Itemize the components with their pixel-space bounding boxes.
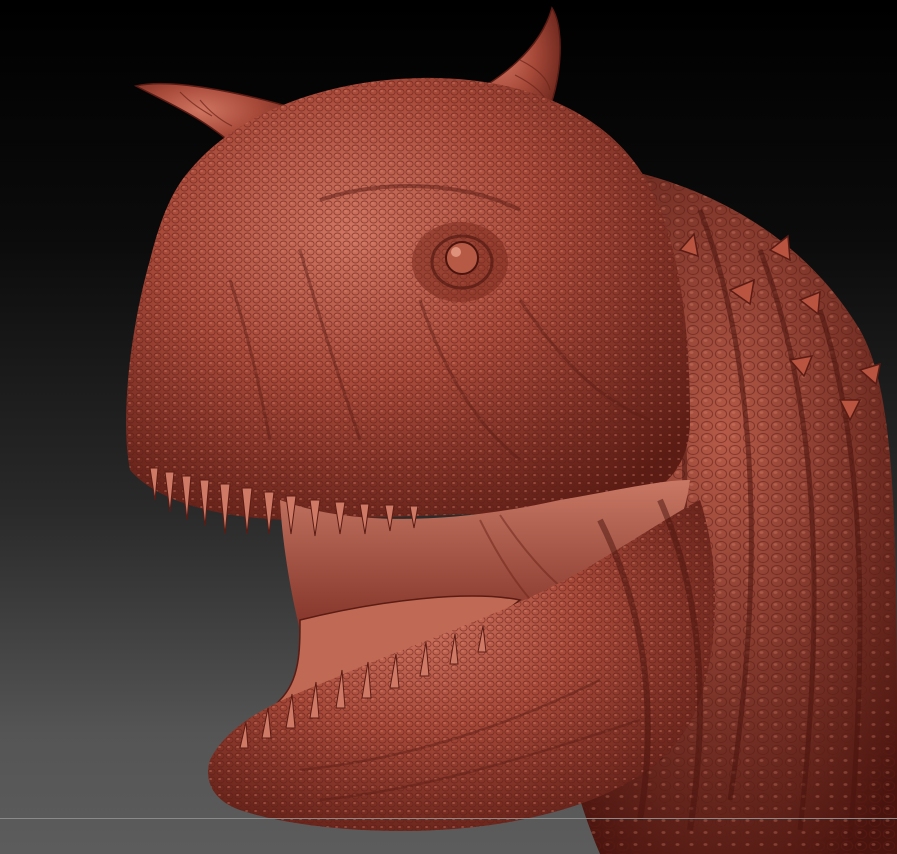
floor-line xyxy=(0,818,897,819)
dinosaur-sculpt xyxy=(126,6,897,854)
sculpt-viewport[interactable] xyxy=(0,0,897,854)
eye xyxy=(412,222,508,302)
